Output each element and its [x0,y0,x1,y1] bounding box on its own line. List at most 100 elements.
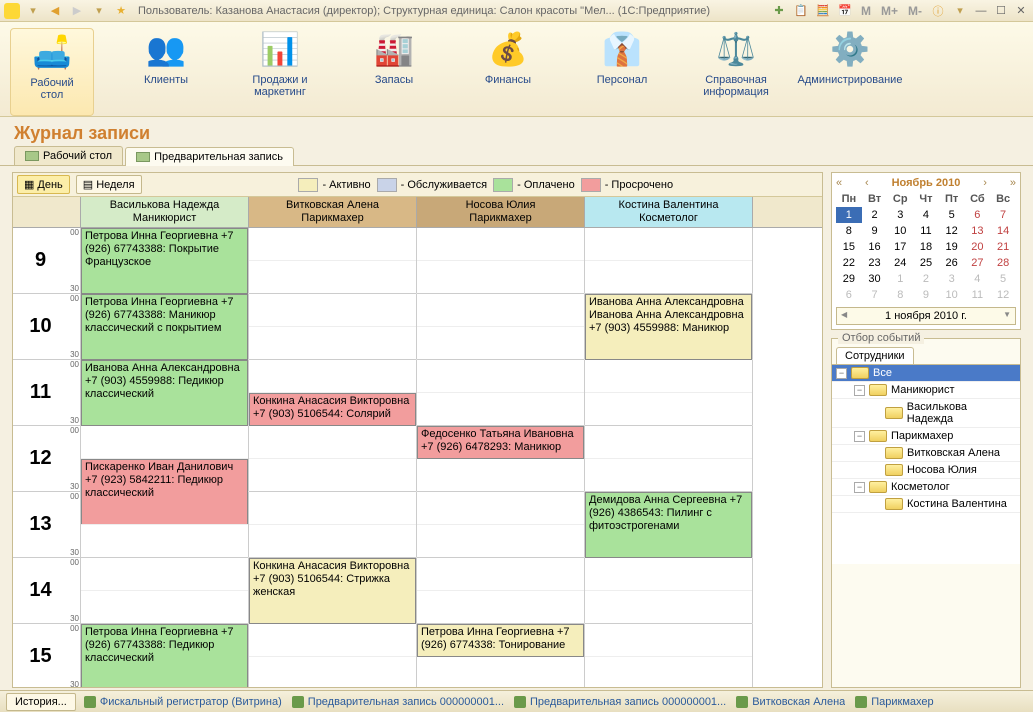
maximize-button[interactable]: ☐ [993,4,1009,18]
calendar-day[interactable]: 3 [939,271,965,287]
view-day-button[interactable]: ▦День [17,175,70,194]
calendar-day[interactable]: 5 [990,271,1016,287]
status-item[interactable]: Предварительная запись 000000001... [514,696,726,708]
dropdown2-icon[interactable]: ▾ [90,3,108,19]
calendar-day[interactable]: 13 [965,223,991,239]
calendar-day[interactable]: 12 [990,287,1016,303]
schedule-slot[interactable] [585,426,753,492]
tree-row[interactable]: −Все [832,365,1020,382]
calc-icon[interactable]: 🧮 [814,3,832,19]
appointment[interactable]: Петрова Инна Георгиевна +7 (926) 6774338… [417,624,584,657]
ribbon-item[interactable]: 📊Продажи имаркетинг [238,28,322,116]
ribbon-item[interactable]: 👔Персонал [580,28,664,116]
schedule-slot[interactable] [249,624,417,687]
calendar-day[interactable]: 5 [939,207,965,223]
calendar-day[interactable]: 29 [836,271,862,287]
dropdown3-icon[interactable]: ▾ [951,3,969,19]
tab-desktop[interactable]: Рабочий стол [14,146,123,165]
ribbon-item[interactable]: ⚙️Администрирование [808,28,892,116]
calendar-day[interactable]: 9 [913,287,939,303]
schedule-slot[interactable] [249,426,417,492]
nav-forward-icon[interactable]: ▶ [68,3,86,19]
calendar-day[interactable]: 26 [939,255,965,271]
schedule-slot[interactable] [417,294,585,360]
calendar-day[interactable]: 6 [836,287,862,303]
dropdown-icon[interactable]: ▾ [24,3,42,19]
appointment[interactable]: Федосенко Татьяна Ивановна +7 (926) 6478… [417,426,584,459]
schedule-slot[interactable] [585,624,753,687]
calendar-day[interactable]: 7 [990,207,1016,223]
appointment[interactable]: Демидова Анна Сергеевна +7 (926) 4386543… [585,492,752,558]
calendar-day[interactable]: 21 [990,239,1016,255]
status-item[interactable]: Витковская Алена [736,696,845,708]
calendar-day[interactable]: 1 [887,271,913,287]
calendar-day[interactable]: 15 [836,239,862,255]
schedule-slot[interactable]: Иванова Анна Александровна Иванова Анна … [585,294,753,360]
schedule-slot[interactable]: Демидова Анна Сергеевна +7 (926) 4386543… [585,492,753,558]
appointment[interactable]: Петрова Инна Георгиевна +7 (926) 6774338… [81,294,248,360]
clipboard-icon[interactable]: 📋 [792,3,810,19]
tree-row[interactable]: −Косметолог [832,479,1020,496]
calendar-day[interactable]: 6 [965,207,991,223]
schedule-slot[interactable]: Иванова Анна Александровна +7 (903) 4559… [81,360,249,426]
tab-prerecord[interactable]: Предварительная запись [125,147,294,166]
close-button[interactable]: ✕ [1013,4,1029,18]
scale-mplus-button[interactable]: M+ [878,4,901,18]
calendar-day[interactable]: 16 [862,239,888,255]
schedule-slot[interactable]: Федосенко Татьяна Ивановна +7 (926) 6478… [417,426,585,492]
schedule-slot[interactable]: Петрова Инна Георгиевна +7 (926) 6774338… [81,624,249,687]
schedule-slot[interactable]: Петрова Инна Георгиевна +7 (926) 6774338… [417,624,585,687]
calendar-day[interactable]: 11 [913,223,939,239]
status-item[interactable]: Фискальный регистратор (Витрина) [84,696,282,708]
schedule-slot[interactable]: Конкина Анасасия Викторовна +7 (903) 510… [249,360,417,426]
calendar-day[interactable]: 11 [965,287,991,303]
cal-next-month-icon[interactable]: › [983,177,987,189]
appointment[interactable]: Конкина Анасасия Викторовна +7 (903) 510… [249,393,416,426]
appointment[interactable]: Петрова Инна Георгиевна +7 (926) 6774338… [81,624,248,687]
tree-toggle-icon[interactable]: − [854,385,865,396]
ribbon-item[interactable]: 🏭Запасы [352,28,436,116]
calendar-day[interactable]: 23 [862,255,888,271]
schedule-slot[interactable] [249,228,417,294]
ribbon-item[interactable]: 👥Клиенты [124,28,208,116]
calendar-day[interactable]: 30 [862,271,888,287]
ribbon-item[interactable]: ⚖️Справочнаяинформация [694,28,778,116]
nav-back-icon[interactable]: ◀ [46,3,64,19]
tree-toggle-icon[interactable]: − [836,368,847,379]
date-selector[interactable]: 1 ноября 2010 г. [836,307,1016,325]
schedule-slot[interactable] [81,558,249,624]
schedule-slot[interactable] [249,492,417,558]
schedule-grid[interactable]: Василькова НадеждаМаникюристВитковская А… [13,197,822,687]
tree-toggle-icon[interactable]: − [854,482,865,493]
calendar-icon[interactable]: 📅 [836,3,854,19]
calendar-day[interactable]: 3 [887,207,913,223]
appointment[interactable]: Петрова Инна Георгиевна +7 (926) 6774338… [81,228,248,294]
filter-tab-employees[interactable]: Сотрудники [836,347,914,364]
calendar-day[interactable]: 8 [836,223,862,239]
calendar-day[interactable]: 25 [913,255,939,271]
minimize-button[interactable]: — [973,4,989,18]
schedule-slot[interactable]: Петрова Инна Георгиевна +7 (926) 6774338… [81,228,249,294]
appointment[interactable]: Иванова Анна Александровна Иванова Анна … [585,294,752,360]
calendar-day[interactable]: 4 [965,271,991,287]
calendar-day[interactable]: 8 [887,287,913,303]
tree-row[interactable]: Носова Юлия [832,462,1020,479]
schedule-slot[interactable] [585,558,753,624]
appointment[interactable]: Конкина Анасасия Викторовна +7 (903) 510… [249,558,416,624]
cal-prev-year-icon[interactable]: « [836,177,842,189]
calendar-day[interactable]: 4 [913,207,939,223]
history-button[interactable]: История... [6,693,76,711]
tree-toggle-icon[interactable]: − [854,431,865,442]
calendar-day[interactable]: 22 [836,255,862,271]
fav-add-icon[interactable]: ✚ [770,3,788,19]
calendar-day[interactable]: 18 [913,239,939,255]
calendar-day[interactable]: 14 [990,223,1016,239]
calendar-day[interactable]: 1 [836,207,862,223]
tree-row[interactable]: Костина Валентина [832,496,1020,513]
calendar-day[interactable]: 9 [862,223,888,239]
schedule-slot[interactable] [417,492,585,558]
calendar-day[interactable]: 19 [939,239,965,255]
ribbon-item[interactable]: 💰Финансы [466,28,550,116]
tree-row[interactable]: Василькова Надежда [832,399,1020,428]
schedule-slot[interactable] [585,228,753,294]
